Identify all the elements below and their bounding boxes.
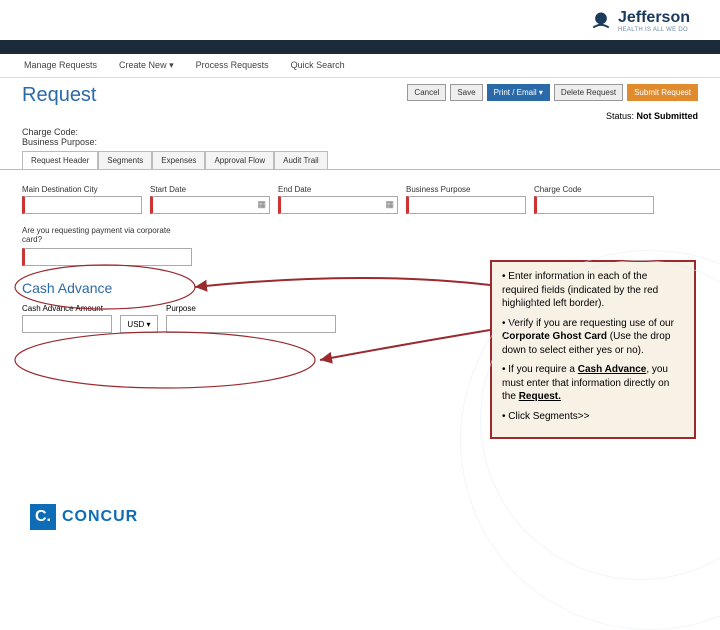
label-corporate-card: Are you requesting payment via corporate… <box>22 226 192 246</box>
submit-request-button[interactable]: Submit Request <box>627 84 698 101</box>
label-ca-purpose: Purpose <box>166 304 336 313</box>
subnav-create[interactable]: Create New ▾ <box>119 60 174 71</box>
select-ca-currency[interactable]: USD ▾ <box>120 315 158 333</box>
print-email-button[interactable]: Print / Email ▾ <box>487 84 550 101</box>
page-title: Request <box>22 84 97 107</box>
main-nav-strip <box>0 40 720 54</box>
instruction-callout: • Enter information in each of the requi… <box>490 260 696 439</box>
callout-p2: • Verify if you are requesting use of ou… <box>502 317 684 358</box>
tab-expenses[interactable]: Expenses <box>152 151 205 169</box>
cancel-button[interactable]: Cancel <box>407 84 446 101</box>
delete-request-button[interactable]: Delete Request <box>554 84 623 101</box>
jefferson-tagline: HEALTH IS ALL WE DO <box>618 27 690 33</box>
callout-p4: • Click Segments>> <box>502 410 684 424</box>
subnav-manage[interactable]: Manage Requests <box>24 60 97 71</box>
input-start-date[interactable] <box>150 196 270 214</box>
concur-icon: C. <box>30 504 56 530</box>
callout-p3: • If you require a Cash Advance, you mus… <box>502 363 684 404</box>
subnav: Manage Requests Create New ▾ Process Req… <box>0 54 720 78</box>
input-charge-code[interactable] <box>534 196 654 214</box>
input-destination[interactable] <box>22 196 142 214</box>
input-ca-amount[interactable] <box>22 315 112 333</box>
status-row: Status: Not Submitted <box>0 109 720 125</box>
label-business-purpose: Business Purpose <box>406 178 526 194</box>
save-button[interactable]: Save <box>450 84 482 101</box>
subnav-process[interactable]: Process Requests <box>196 60 269 71</box>
input-end-date[interactable] <box>278 196 398 214</box>
concur-logo: C. CONCUR <box>30 504 138 530</box>
jefferson-name: Jefferson <box>618 9 690 27</box>
concur-name: CONCUR <box>62 508 138 526</box>
status-label: Status: <box>606 111 634 121</box>
label-start-date: Start Date <box>150 178 270 194</box>
tab-request-header[interactable]: Request Header <box>22 151 98 169</box>
charge-code-label: Charge Code: <box>22 127 698 137</box>
label-end-date: End Date <box>278 178 398 194</box>
label-charge-code: Charge Code <box>534 178 654 194</box>
tab-segments[interactable]: Segments <box>98 151 152 169</box>
callout-p1: • Enter information in each of the requi… <box>502 270 684 311</box>
top-brand-bar: Jefferson HEALTH IS ALL WE DO <box>0 0 720 40</box>
label-destination: Main Destination City <box>22 178 142 194</box>
subnav-quick[interactable]: Quick Search <box>291 60 345 71</box>
status-value: Not Submitted <box>637 111 699 121</box>
input-corporate-card[interactable] <box>22 248 192 266</box>
input-business-purpose[interactable] <box>406 196 526 214</box>
tab-approval-flow[interactable]: Approval Flow <box>205 151 274 169</box>
jefferson-logo: Jefferson HEALTH IS ALL WE DO <box>588 8 690 34</box>
input-ca-purpose[interactable] <box>166 315 336 333</box>
jefferson-icon <box>588 8 614 34</box>
tab-audit-trail[interactable]: Audit Trail <box>274 151 328 169</box>
label-ca-amount: Cash Advance Amount <box>22 304 112 313</box>
business-purpose-label: Business Purpose: <box>22 137 698 147</box>
